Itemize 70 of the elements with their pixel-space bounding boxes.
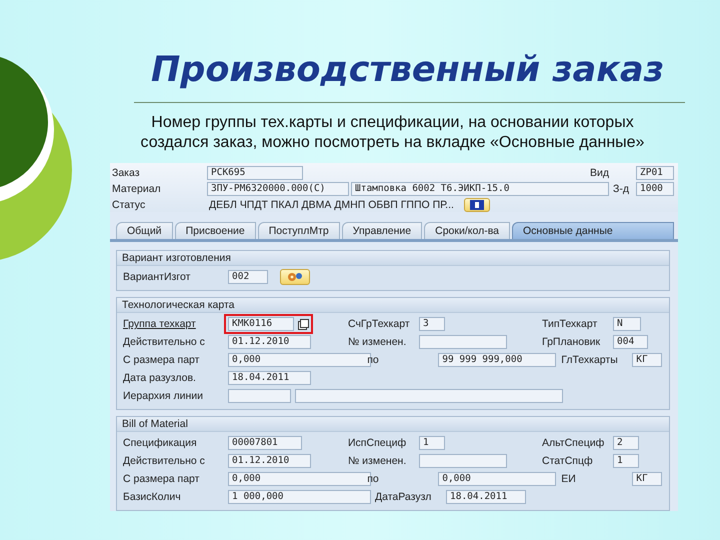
section-title: Технологическая карта <box>117 298 669 313</box>
field-label: № изменен. <box>348 336 408 348</box>
field-label: БазисКолич <box>123 491 182 503</box>
tab[interactable]: Управление <box>342 222 422 239</box>
field-label: ГлТехкарты <box>561 354 619 366</box>
field-label: Статус <box>112 199 146 211</box>
field-label: Заказ <box>112 167 141 179</box>
status-text: ДЕБЛ ЧПДТ ПКАЛ ДВМА ДМНП ОБВП ГППО ПР... <box>209 199 454 211</box>
wizard-button[interactable] <box>280 269 310 285</box>
field-label: ЕИ <box>561 473 577 485</box>
field-label: СтатСпцф <box>542 455 594 467</box>
field-label: ДатаРазузл <box>375 491 432 503</box>
field-label: СчГрТехкарт <box>348 318 411 330</box>
field-label: Материал <box>112 183 162 195</box>
tab[interactable]: Основные данные <box>512 222 674 239</box>
tab[interactable]: ПоступлМтр <box>258 222 340 239</box>
input-field[interactable]: 1 <box>613 454 639 468</box>
input-field[interactable]: 01.12.2010 <box>228 454 311 468</box>
field-label: АльтСпециф <box>542 437 606 449</box>
field-label: ВариантИзгот <box>123 271 192 283</box>
input-field[interactable]: ЗПУ-РМ6320000.000(С) <box>207 182 349 196</box>
field-link[interactable]: Группа техкарт <box>123 318 228 330</box>
input-field[interactable] <box>419 335 507 349</box>
slide-text: Номер группы тех.карты и спецификации, на основании которых создался заказ, можно посмотреть на вкладке «Основные данные» <box>140 113 646 153</box>
section-title: Bill of Material <box>117 417 669 432</box>
info-button[interactable] <box>464 198 490 212</box>
input-field[interactable]: 99 999 999,000 <box>438 353 556 367</box>
section-title: Вариант изготовления <box>117 251 669 266</box>
input-field[interactable]: ZP01 <box>636 166 674 180</box>
input-field[interactable]: 3 <box>419 317 445 331</box>
input-field[interactable]: 00007801 <box>228 436 302 450</box>
input-field[interactable]: 002 <box>228 270 268 284</box>
input-field[interactable]: КГ <box>632 353 662 367</box>
field-label: ТипТехкарт <box>542 318 598 330</box>
input-field[interactable]: 18.04.2011 <box>228 371 311 385</box>
input-field[interactable]: Штамповка 6002 Т6.ЭИКП-15.0 <box>351 182 609 196</box>
field-label: Вид <box>590 167 610 179</box>
field-label: ГрПлановик <box>542 336 602 348</box>
input-field[interactable]: КМК0116 <box>228 317 294 331</box>
field-label: Дата разузлов. <box>123 372 197 384</box>
tab[interactable]: Присвоение <box>174 222 256 239</box>
input-field[interactable]: 0,000 <box>438 472 556 486</box>
field-label: Иерархия линии <box>123 390 204 402</box>
info-icon <box>470 200 484 210</box>
input-field[interactable]: N <box>613 317 641 331</box>
tab[interactable]: Сроки/кол-ва <box>424 222 510 239</box>
input-field[interactable]: 2 <box>613 436 639 450</box>
input-field[interactable]: 1000 <box>636 182 674 196</box>
tab[interactable]: Общий <box>116 222 173 239</box>
input-field[interactable]: PCK695 <box>207 166 303 180</box>
field-label: С размера парт <box>123 473 200 485</box>
value-help-icon[interactable] <box>298 318 309 330</box>
field-label: № изменен. <box>348 455 408 467</box>
slide-title: Производственный заказ <box>150 50 666 90</box>
field-label: Спецификация <box>123 437 198 449</box>
input-field[interactable]: 01.12.2010 <box>228 335 311 349</box>
input-field[interactable]: 1 <box>419 436 445 450</box>
field-label: С размера парт <box>123 354 200 366</box>
field-label: Действительно с <box>123 336 206 348</box>
field-label: З-д <box>613 183 630 195</box>
field-label: ИспСпециф <box>348 437 408 449</box>
input-field[interactable]: КГ <box>632 472 662 486</box>
input-field[interactable] <box>295 389 563 403</box>
input-field[interactable] <box>419 454 507 468</box>
gears-icon <box>286 271 304 283</box>
input-field[interactable]: 004 <box>613 335 648 349</box>
field-label: Действительно с <box>123 455 206 467</box>
input-field[interactable]: 1 000,000 <box>228 490 371 504</box>
input-field[interactable] <box>228 389 291 403</box>
input-field[interactable]: 18.04.2011 <box>446 490 526 504</box>
